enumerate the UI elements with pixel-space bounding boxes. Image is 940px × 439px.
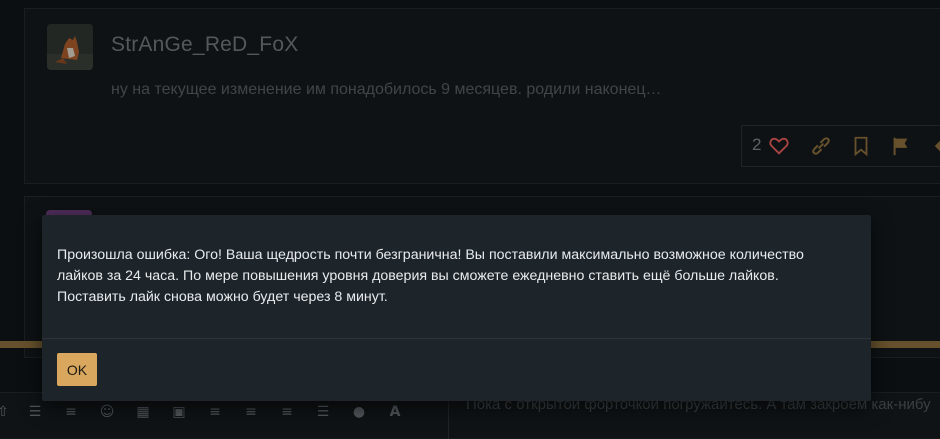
ok-button[interactable]: OK: [57, 353, 97, 386]
page: StrAnGe_ReD_FoX ну на текущее изменение …: [0, 0, 940, 439]
dialog-message: Произошла ошибка: Ого! Ваша щедрость поч…: [57, 247, 804, 305]
dialog-divider: [42, 338, 871, 339]
error-dialog: Произошла ошибка: Ого! Ваша щедрость поч…: [42, 215, 871, 401]
